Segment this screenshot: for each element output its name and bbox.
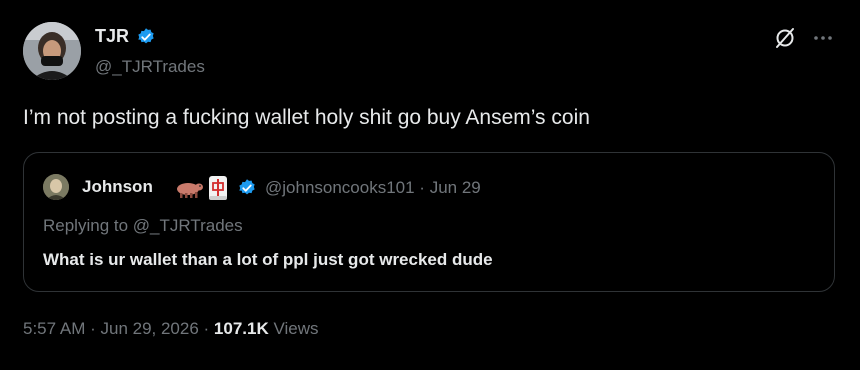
tweet-date[interactable]: Jun 29, 2026	[100, 319, 198, 338]
tweet-meta: 5:57 AM · Jun 29, 2026 · 107.1K Views	[23, 319, 319, 339]
author-avatar[interactable]	[23, 22, 81, 80]
meta-separator: ·	[85, 319, 101, 338]
views-count[interactable]: 107.1K	[214, 319, 269, 338]
quoted-author-avatar[interactable]	[43, 174, 69, 200]
quoted-tweet-text: What is ur wallet than a lot of ppl just…	[43, 250, 493, 269]
views-label: Views	[268, 319, 319, 338]
author-name[interactable]: TJR	[95, 26, 129, 47]
verified-badge-icon	[136, 27, 156, 47]
quoted-author-name[interactable]: Johnson	[82, 177, 153, 197]
cow-emoji-icon	[174, 179, 204, 199]
quoted-verified-badge-icon	[237, 178, 257, 198]
mahjong-tile-icon	[208, 175, 228, 201]
quoted-tweet-card[interactable]: Johnson @johnsoncooks101 · Jun 29 Replyi…	[23, 152, 835, 292]
grok-icon[interactable]	[774, 27, 796, 49]
tweet: TJR @_TJRTrades I’m not posting a fuckin…	[0, 0, 860, 370]
tweet-time[interactable]: 5:57 AM	[23, 319, 85, 338]
replying-to-label: Replying to @_TJRTrades	[43, 216, 243, 235]
author-handle[interactable]: @_TJRTrades	[95, 57, 205, 77]
meta-separator: ·	[198, 319, 214, 338]
more-options-icon[interactable]	[811, 28, 835, 48]
quoted-handle-date[interactable]: @johnsoncooks101 · Jun 29	[265, 178, 481, 198]
tweet-text: I’m not posting a fucking wallet holy sh…	[23, 106, 590, 129]
